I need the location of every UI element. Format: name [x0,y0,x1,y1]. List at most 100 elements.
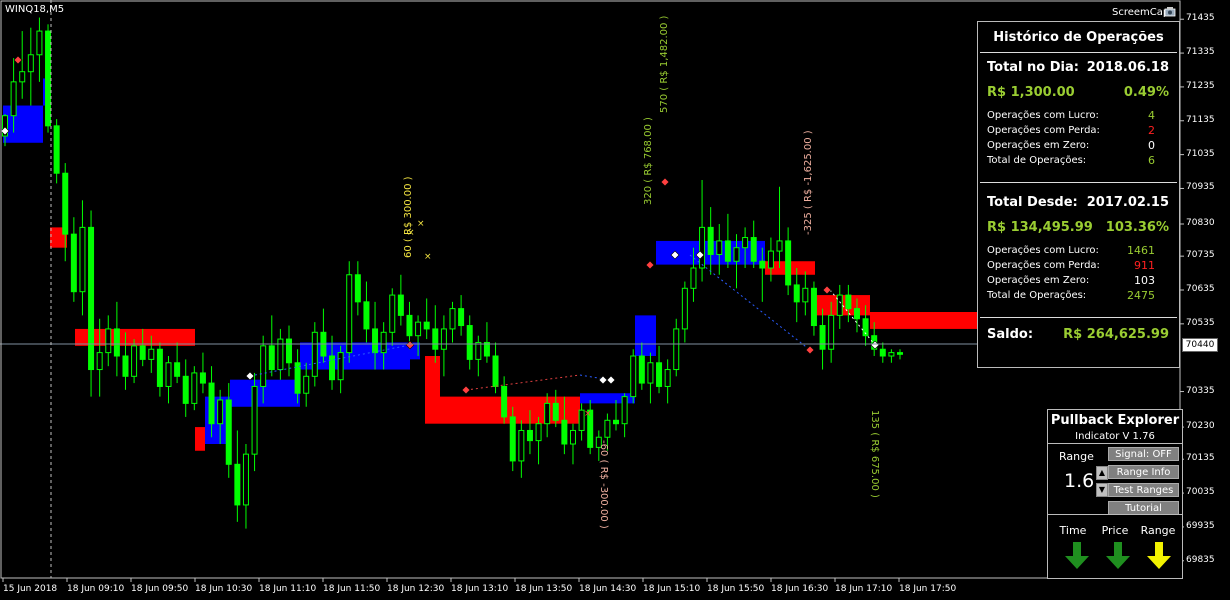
candle [397,274,404,326]
price-tick-label: 70335 [1186,385,1215,396]
candle [79,200,86,316]
time-tick-label: 18 Jun 09:50 [131,584,189,594]
candle-body [759,260,766,269]
price-tick-label: 70230 [1186,421,1215,432]
range-up-button[interactable]: ▲ [1096,466,1108,480]
price-tick-label: 69935 [1186,520,1215,531]
candle [311,322,318,387]
candle-body [767,250,774,269]
price-arrow-down-icon [1106,542,1130,569]
time-arrow-down-icon [1065,542,1089,569]
trend-band-layer [3,78,978,451]
trade-marker [461,385,471,395]
test-ranges-button[interactable]: Test Ranges [1108,483,1179,497]
candle-body [268,345,275,371]
candle-body [406,314,413,337]
current-price-tag: 70440 [1182,338,1218,352]
candle [724,213,731,268]
day-date: 2018.06.18 [1086,60,1169,75]
time-tick-label: 18 Jun 12:30 [387,584,445,594]
divider [980,182,1177,183]
stat-value: 6 [1148,154,1155,167]
time-tick-label: 18 Jun 13:50 [515,584,573,594]
candle-body [234,463,241,506]
candle-body [879,348,886,357]
price-tick-label: 71035 [1186,148,1215,159]
candle-body [79,226,86,293]
price-tick-label: 70035 [1186,487,1215,498]
candle-body [182,375,189,404]
trade-marker [660,177,670,187]
since-percent: 103.36% [1105,220,1169,235]
trade-marker [805,345,815,355]
candle-body [716,240,723,255]
candle [131,339,138,384]
candle-body [535,423,542,442]
candle [802,271,809,316]
candle-body [260,345,267,387]
range-value: 1.6 [1064,470,1095,492]
trade-marker [645,260,655,270]
candle-body [699,226,706,269]
candle-body [242,453,249,506]
signal-button[interactable]: Signal: OFF [1108,447,1179,461]
candle-body [10,81,17,117]
candle [191,366,198,411]
candle [716,224,723,275]
candle-body [785,240,792,286]
candle-body [449,308,456,330]
candle [785,227,792,296]
candle-body [638,355,645,384]
candle-body [647,362,654,384]
time-tick-label: 18 Jun 11:50 [323,584,381,594]
trade-label: 320 ( R$ 768.00 ) [643,117,654,205]
candle [182,359,189,417]
candle-body [380,331,387,354]
candle-body [96,352,103,371]
range-info-button[interactable]: Range Info [1108,465,1179,479]
pullback-subtitle: Indicator V 1.76 [1075,431,1155,442]
candle [466,315,473,370]
stat-label: Operações em Zero: [987,275,1090,286]
candle [475,335,482,377]
candle [810,281,817,336]
divider [980,317,1177,318]
price-tick-label: 71235 [1186,80,1215,91]
candle [53,119,60,184]
candle-body [845,294,852,310]
range-down-button[interactable]: ▼ [1096,483,1108,497]
candle-body [148,348,155,360]
candle-body [423,321,430,330]
price-indicator-label: Price [1101,524,1129,537]
candle [501,376,508,424]
price-tick-label: 70535 [1186,317,1215,328]
candle-body [199,372,206,384]
candle [681,281,688,343]
tutorial-button[interactable]: Tutorial [1108,501,1179,515]
candle [423,298,430,340]
candle-body [131,345,138,377]
downtrend-band [195,427,205,451]
screemcap-label: ScreemCap [1112,7,1170,18]
stop-cross-marker: × [417,219,425,229]
candle [888,349,895,363]
candle-body [544,402,551,425]
price-tick-label: 70735 [1186,250,1215,261]
candle [354,261,361,316]
candle-body [888,352,895,357]
screemcap-icon[interactable] [1163,4,1177,18]
candle-body [311,331,318,377]
time-tick-label: 18 Jun 13:10 [451,584,509,594]
stop-cross-marker: × [424,252,432,262]
divider [1048,514,1182,515]
candle-body [415,321,422,337]
time-tick-label: 18 Jun 17:10 [835,584,893,594]
stat-label: Operações com Perda: [987,125,1100,136]
candle-body [552,402,559,421]
candle-body [27,54,34,73]
candle [165,356,172,404]
candle-body [389,294,396,333]
candle-body [776,240,783,252]
candle-body [372,328,379,354]
candle-body [750,237,757,262]
